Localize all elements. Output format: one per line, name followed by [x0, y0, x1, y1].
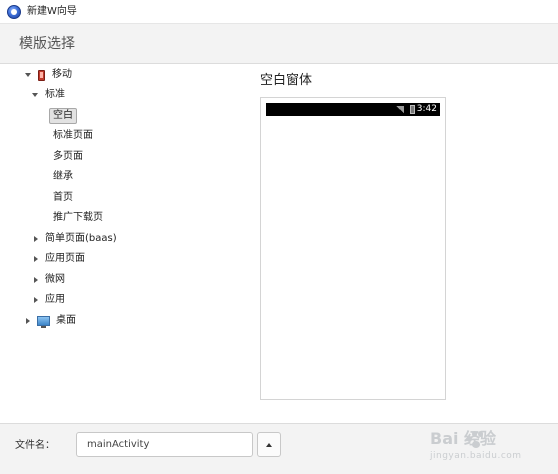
chevron-down-icon[interactable]: [32, 93, 38, 97]
tree-node-label: 应用: [45, 294, 65, 305]
tree-node-app-page[interactable]: 应用页面: [34, 250, 85, 268]
tree-node-application[interactable]: 应用: [34, 291, 65, 309]
page-title: 模版选择: [19, 36, 75, 52]
signal-icon: [396, 106, 404, 113]
mobile-phone-icon: [38, 69, 45, 81]
tree-item-multi-page[interactable]: 多页面: [53, 148, 83, 166]
chevron-right-icon[interactable]: [34, 236, 38, 242]
chevron-right-icon[interactable]: [26, 318, 30, 324]
tree-item-label: 空白: [49, 108, 77, 124]
tree-item-home[interactable]: 首页: [53, 189, 73, 207]
template-preview: 3:42: [260, 97, 446, 400]
tree-node-desktop[interactable]: 桌面: [26, 312, 76, 330]
chevron-right-icon[interactable]: [34, 297, 38, 303]
status-clock: 3:42: [416, 104, 437, 114]
file-name-input[interactable]: [76, 432, 253, 457]
tree-item-label: 继承: [53, 171, 73, 182]
watermark-url: jingyan.baidu.com: [430, 451, 522, 461]
tree-node-label: 桌面: [56, 315, 76, 326]
paw-icon: [465, 430, 485, 450]
tree-node-simple-page-baas[interactable]: 简单页面(baas): [34, 230, 117, 248]
tree-node-standard[interactable]: 标准: [32, 86, 65, 104]
tree-node-mobile[interactable]: 移动: [25, 66, 72, 84]
tree-item-blank[interactable]: 空白: [49, 107, 77, 125]
expand-up-button[interactable]: [257, 432, 281, 457]
battery-icon: [410, 105, 415, 114]
phone-status-bar: 3:42: [266, 103, 440, 116]
tree-node-label: 微网: [45, 274, 65, 285]
chevron-right-icon[interactable]: [34, 256, 38, 262]
tree-node-label: 标准: [45, 89, 65, 100]
tree-node-label: 简单页面(baas): [45, 233, 117, 244]
tree-node-label: 移动: [52, 69, 72, 80]
dialog-header: 模版选择: [0, 24, 558, 64]
tree-item-download-page[interactable]: 推广下载页: [53, 209, 103, 227]
tree-item-label: 多页面: [53, 151, 83, 162]
title-bar: 新建W向导: [0, 0, 558, 24]
preview-title: 空白窗体: [260, 73, 313, 88]
file-name-label: 文件名：: [15, 440, 55, 451]
tree-item-label: 推广下载页: [53, 212, 103, 223]
tree-item-label: 标准页面: [53, 130, 93, 141]
tree-node-label: 应用页面: [45, 253, 85, 264]
watermark-brand: Bai 经验: [430, 429, 497, 448]
tree-node-micro-site[interactable]: 微网: [34, 271, 65, 289]
window-title: 新建W向导: [27, 6, 77, 17]
chevron-right-icon[interactable]: [34, 277, 38, 283]
app-logo-icon: [7, 5, 21, 19]
chevron-down-icon[interactable]: [25, 73, 31, 77]
watermark: Bai 经验 jingyan.baidu.com: [430, 428, 555, 468]
tree-item-label: 首页: [53, 192, 73, 203]
desktop-monitor-icon: [37, 316, 50, 328]
tree-item-inherit[interactable]: 继承: [53, 168, 73, 186]
tree-item-standard-page[interactable]: 标准页面: [53, 127, 93, 145]
